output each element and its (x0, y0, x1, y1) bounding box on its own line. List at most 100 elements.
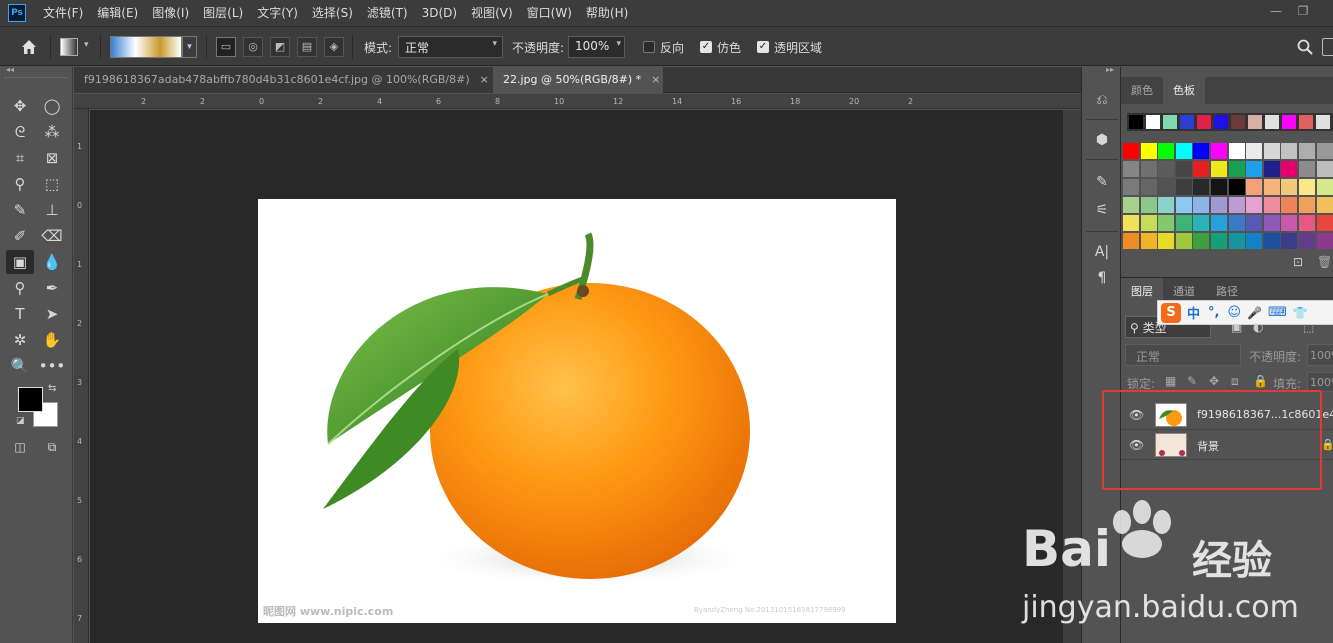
foreground-color-swatch[interactable] (18, 387, 43, 412)
swatch[interactable] (1211, 215, 1227, 231)
swap-colors-icon[interactable]: ⇆ (48, 383, 56, 394)
home-icon[interactable] (18, 36, 40, 58)
recent-swatch[interactable] (1282, 115, 1296, 129)
quick-selection-icon[interactable]: ⁂ (38, 120, 66, 144)
swatch[interactable] (1263, 197, 1280, 213)
screen-mode-icon[interactable]: ⧉ (38, 435, 66, 459)
swatch[interactable] (1211, 143, 1227, 159)
more-tools-icon[interactable]: ••• (38, 354, 66, 378)
microphone-icon[interactable]: 🎤 (1247, 306, 1262, 320)
document-image[interactable]: 昵图网 www.nipic.com ByandyZheng No.2013101… (258, 199, 896, 623)
swatch[interactable] (1246, 179, 1263, 195)
swatch[interactable] (1211, 161, 1227, 177)
swatch[interactable] (1193, 179, 1210, 195)
keyboard-icon[interactable]: ⌨ (1268, 305, 1287, 320)
swatch[interactable] (1316, 197, 1333, 213)
swatch[interactable] (1123, 161, 1139, 177)
swatch[interactable] (1211, 233, 1227, 249)
swatch[interactable] (1175, 197, 1192, 213)
swatch[interactable] (1316, 233, 1333, 249)
transparency-checkbox[interactable]: ✓ (757, 41, 769, 53)
3d-panel-icon[interactable]: ⬢ (1090, 129, 1114, 151)
swatch[interactable] (1246, 143, 1263, 159)
lock-position-icon[interactable]: ✥ (1209, 374, 1219, 388)
swatch[interactable] (1299, 215, 1315, 231)
skin-icon[interactable]: 👕 (1293, 306, 1308, 320)
reverse-checkbox[interactable] (643, 41, 655, 53)
menu-file[interactable]: 文件(F) (36, 0, 90, 26)
blend-mode-select[interactable]: 正常 (1125, 344, 1241, 366)
angle-gradient-button[interactable]: ◩ (270, 37, 290, 57)
swatch[interactable] (1281, 233, 1298, 249)
swatch[interactable] (1299, 161, 1315, 177)
swatch[interactable] (1263, 233, 1280, 249)
recent-swatch[interactable] (1146, 115, 1160, 129)
pen-tool-icon[interactable]: ✒ (38, 276, 66, 300)
swatch[interactable] (1175, 179, 1192, 195)
brush-tool-icon[interactable]: ✎ (6, 198, 34, 222)
lock-artboard-icon[interactable]: ⧈ (1231, 374, 1239, 389)
chevron-down-icon[interactable]: ▾ (84, 40, 89, 50)
eyedropper-icon[interactable]: ⚲ (6, 172, 34, 196)
swatch[interactable] (1299, 143, 1315, 159)
workspace-icon[interactable] (1322, 38, 1333, 56)
swatch[interactable] (1140, 143, 1157, 159)
clone-stamp-icon[interactable]: ⊥ (38, 198, 66, 222)
swatch[interactable] (1123, 197, 1139, 213)
menu-type[interactable]: 文字(Y) (250, 0, 305, 26)
swatch[interactable] (1140, 233, 1157, 249)
adjustments-panel-icon[interactable]: ⚟ (1090, 199, 1114, 221)
frame-tool-icon[interactable]: ⊠ (38, 146, 66, 170)
tab-document-1[interactable]: f9198618367adab478abffb780d4b31c8601e4cf… (74, 67, 492, 93)
swatch[interactable] (1316, 161, 1333, 177)
swatch[interactable] (1299, 179, 1315, 195)
swatch[interactable] (1158, 179, 1175, 195)
collapse-panel-icon[interactable]: ◂◂ (6, 65, 14, 74)
close-icon[interactable]: × (651, 73, 660, 86)
recent-swatch[interactable] (1265, 115, 1279, 129)
swatch[interactable] (1158, 215, 1175, 231)
menu-view[interactable]: 视图(V) (464, 0, 520, 26)
restore-icon[interactable]: ❐ (1292, 3, 1314, 19)
chevron-down-icon[interactable]: ▾ (182, 36, 197, 58)
swatch[interactable] (1281, 179, 1298, 195)
fill-field[interactable]: 100% (1307, 372, 1333, 392)
swatch[interactable] (1263, 161, 1280, 177)
character-panel-icon[interactable]: A| (1090, 241, 1114, 263)
lasso-tool-icon[interactable]: ᘓ (6, 120, 34, 144)
crop-tool-icon[interactable]: ⌗ (6, 146, 34, 170)
swatch[interactable] (1316, 143, 1333, 159)
brush-panel-icon[interactable]: ✎ (1090, 171, 1114, 193)
swatch[interactable] (1193, 197, 1210, 213)
swatch[interactable] (1140, 215, 1157, 231)
linear-gradient-button[interactable]: ▭ (216, 37, 236, 57)
gradient-picker[interactable] (110, 36, 182, 58)
quick-mask-icon[interactable]: ◫ (6, 435, 34, 459)
swatch[interactable] (1140, 179, 1157, 195)
swatch[interactable] (1175, 215, 1192, 231)
recent-swatch[interactable] (1231, 115, 1245, 129)
move-tool-icon[interactable]: ✥ (6, 94, 34, 118)
collapse-panel-icon[interactable]: ▸▸ (1106, 65, 1114, 74)
swatch[interactable] (1158, 197, 1175, 213)
sogou-logo[interactable]: S (1161, 302, 1181, 323)
history-brush-icon[interactable]: ✐ (6, 224, 34, 248)
menu-layer[interactable]: 图层(L) (196, 0, 250, 26)
close-icon[interactable]: × (480, 73, 489, 86)
lock-transparent-icon[interactable]: ▦ (1165, 374, 1176, 388)
swatch[interactable] (1281, 197, 1298, 213)
recent-swatch[interactable] (1248, 115, 1262, 129)
trash-icon[interactable]: 🗑 (1317, 255, 1332, 269)
swatch[interactable] (1123, 179, 1139, 195)
recent-swatch[interactable] (1214, 115, 1228, 129)
swatch[interactable] (1140, 161, 1157, 177)
swatch[interactable] (1263, 215, 1280, 231)
swatch[interactable] (1246, 215, 1263, 231)
patch-tool-icon[interactable]: ⬚ (38, 172, 66, 196)
menu-edit[interactable]: 编辑(E) (90, 0, 145, 26)
hand-tool-icon[interactable]: ✋ (38, 328, 66, 352)
swatch[interactable] (1281, 161, 1298, 177)
recent-swatch[interactable] (1180, 115, 1194, 129)
recent-swatch[interactable] (1197, 115, 1211, 129)
dither-checkbox[interactable]: ✓ (700, 41, 712, 53)
